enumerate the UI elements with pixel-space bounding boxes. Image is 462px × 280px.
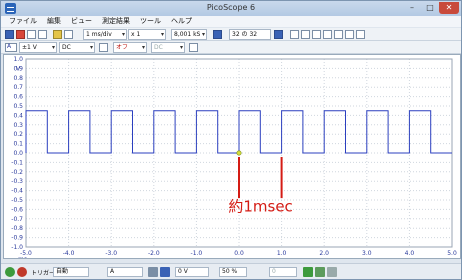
y-tick-label: 0.7 [13,84,23,91]
hand-icon[interactable] [301,30,310,39]
run-button[interactable] [5,267,15,277]
spectrum-mode-icon[interactable] [27,30,36,39]
forward-icon[interactable] [274,30,283,39]
zoom-fit-icon[interactable] [345,30,354,39]
range-select[interactable]: ±1 V [19,42,57,53]
menu-view[interactable]: ビュー [71,16,92,27]
y-tick-label: -0.8 [11,225,23,232]
x-tick-label: 4.0 [405,250,415,257]
scope-mode-icon[interactable] [5,30,14,39]
menu-help[interactable]: ヘルプ [171,16,192,27]
annotation-markers [236,150,283,199]
channel-a-icon[interactable]: A [5,43,17,52]
stop-button[interactable] [17,267,27,277]
trigger-label: トリガー [31,270,56,277]
y-tick-label: 0.2 [13,131,23,138]
zoom-out-icon[interactable] [323,30,332,39]
x-tick-label: 5.0 [447,250,457,257]
new-view-icon[interactable] [38,30,47,39]
coupling-select[interactable]: DC [59,42,95,53]
x-tick-label: 3.0 [362,250,372,257]
y-tick-label: -0.9 [11,235,23,242]
maximize-button[interactable]: □ [421,2,439,14]
measure-add-icon[interactable] [303,267,313,277]
x-tick-label: 1.0 [277,250,287,257]
pointer-icon[interactable] [290,30,299,39]
annotation-text: 約1msec [228,197,292,215]
y-tick-label: 0.1 [13,141,23,148]
zoom-box-icon[interactable] [334,30,343,39]
x-tick-label: 2.0 [319,250,329,257]
buffer-navigator[interactable]: 32 の 32 [229,29,271,40]
window-title: PicoScope 6 [206,3,256,12]
delay-input[interactable]: 0 [269,267,297,277]
x-tick-label: -2.0 [148,250,160,257]
menu-file[interactable]: ファイル [9,16,37,27]
y-axis: 1.00.90.80.70.60.50.40.30.20.10.0-0.1-0.… [11,56,23,251]
measure-delete-icon[interactable] [327,267,337,277]
pretrigger-input[interactable]: 50 % [219,267,247,277]
y-tick-label: -0.3 [11,178,23,185]
y-tick-label: 0.6 [13,94,23,101]
y-tick-label: -0.7 [11,216,23,223]
y-tick-label: 0.4 [13,112,23,119]
y-tick-label: -0.1 [11,159,23,166]
menu-edit[interactable]: 編集 [47,16,61,27]
x-tick-label: -1.0 [191,250,203,257]
channel-b-range-select[interactable]: オフ [113,42,147,53]
measure-edit-icon[interactable] [315,267,325,277]
trigger-channel-select[interactable]: A [107,267,143,277]
channel-options-icon[interactable] [99,43,108,52]
zoom-select[interactable]: x 1 [128,29,166,40]
channel-toolbar: A ±1 V DC オフ DC [1,41,461,54]
rising-edge-icon[interactable] [148,267,158,277]
y-tick-label: -0.6 [11,206,23,213]
x-axis: -5.0 -4.0 -3.0 -2.0 -1.0 0.0 1.0 2.0 3.0 4.0 5.0 [20,250,457,257]
y-tick-label: 1.0 [13,56,23,63]
menu-bar: ファイル 編集 ビュー 測定結果 ツール ヘルプ [1,16,461,27]
picoscope-window: PicoScope 6 – □ ✕ ファイル 編集 ビュー 測定結果 ツール ヘ… [0,0,462,280]
settings-icon[interactable] [53,30,62,39]
threshold-input[interactable]: 0 V [175,267,209,277]
rewind-icon[interactable] [213,30,222,39]
y-tick-label: -0.5 [11,197,23,204]
x-tick-label: 0.0 [234,250,244,257]
x-tick-label: -3.0 [105,250,117,257]
close-button[interactable]: ✕ [439,2,459,14]
y-tick-label: 0.3 [13,122,23,129]
undo-zoom-icon[interactable] [356,30,365,39]
persistence-mode-icon[interactable] [16,30,25,39]
y-tick-label: -0.4 [11,188,23,195]
title-bar: PicoScope 6 – □ ✕ [1,1,461,16]
menu-measurements[interactable]: 測定結果 [102,16,130,27]
timebase-select[interactable]: 1 ms/div [83,29,127,40]
y-tick-label: 0.5 [13,103,23,110]
channel-b-options-icon[interactable] [189,43,198,52]
x-axis-unit: ms [18,256,27,258]
menu-tools[interactable]: ツール [140,16,161,27]
channel-a-trace [25,110,452,154]
scope-chart: 1.00.90.80.70.60.50.40.30.20.10.0-0.1-0.… [11,56,457,263]
falling-edge-icon[interactable] [160,267,170,277]
minimize-button[interactable]: – [403,2,421,14]
y-tick-label: -0.2 [11,169,23,176]
y-tick-label: 0.8 [13,75,23,82]
main-toolbar: 1 ms/div x 1 8,001 kS 32 の 32 [1,28,461,41]
y-tick-label: 0.0 [13,150,23,157]
samples-select[interactable]: 8,001 kS [171,29,207,40]
x-tick-label: -4.0 [63,250,75,257]
status-bar: トリガー 自動 A 0 V 50 % 0 [1,263,461,279]
trigger-mode-select[interactable]: 自動 [53,267,89,277]
trigger-point-marker [236,150,242,156]
scope-view[interactable]: 1.0 0.9 0.8 0.7 0.6 0.5 0.4 0.3 0.2 0.1 0.0 -0.1 -0.… [3,54,461,263]
zoom-in-icon[interactable] [312,30,321,39]
probe-icon[interactable] [64,30,73,39]
channel-b-coupling-select[interactable]: DC [151,42,185,53]
